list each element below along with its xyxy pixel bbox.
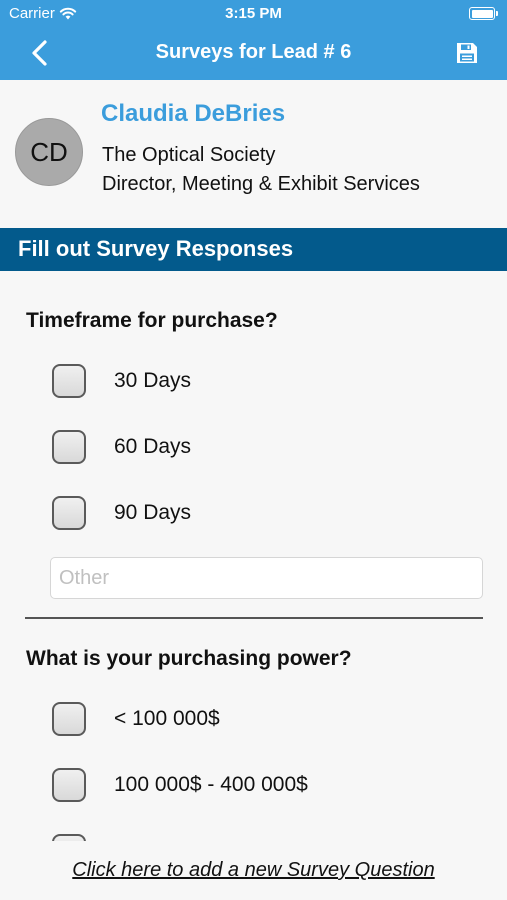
option-row[interactable]: 60 Days [52, 429, 191, 465]
add-question-link[interactable]: Click here to add a new Survey Question [0, 859, 507, 882]
section-header: Fill out Survey Responses [0, 228, 507, 271]
option-checkbox[interactable] [52, 768, 86, 802]
option-label: 100 000$ - 400 000$ [114, 773, 308, 796]
contact-position: Director, Meeting & Exhibit Services [102, 173, 420, 195]
option-row[interactable]: 90 Days [52, 495, 191, 531]
save-floppy-icon[interactable] [455, 41, 479, 65]
option-row-partial[interactable] [52, 833, 86, 841]
question-divider [25, 617, 483, 619]
option-row[interactable]: 30 Days [52, 363, 191, 399]
option-row[interactable]: < 100 000$ [52, 701, 220, 737]
survey-content[interactable]: Timeframe for purchase? 30 Days 60 Days … [0, 271, 507, 841]
option-checkbox[interactable] [52, 834, 86, 841]
nav-title: Surveys for Lead # 6 [155, 41, 352, 63]
option-label: < 100 000$ [114, 707, 220, 730]
contact-card: CD Claudia DeBries The Optical Society D… [0, 80, 507, 228]
clock: 3:15 PM [225, 5, 282, 22]
other-input[interactable] [50, 557, 483, 599]
option-checkbox[interactable] [52, 364, 86, 398]
question-title: What is your purchasing power? [26, 647, 352, 670]
navigation-bar: Surveys for Lead # 6 [0, 28, 507, 80]
option-label: 30 Days [114, 369, 192, 392]
battery-icon [469, 7, 498, 20]
question-title: Timeframe for purchase? [26, 309, 278, 332]
option-label: 60 Days [114, 435, 192, 458]
contact-company: The Optical Society [102, 144, 276, 166]
option-checkbox[interactable] [52, 430, 86, 464]
contact-name: Claudia DeBries [101, 100, 286, 127]
option-checkbox[interactable] [52, 496, 86, 530]
avatar: CD [15, 118, 83, 186]
option-row[interactable]: 100 000$ - 400 000$ [52, 767, 308, 803]
status-bar: Carrier 3:15 PM [0, 0, 507, 28]
option-label: 90 Days [114, 501, 192, 524]
option-checkbox[interactable] [52, 702, 86, 736]
footer: Click here to add a new Survey Question [0, 841, 507, 900]
